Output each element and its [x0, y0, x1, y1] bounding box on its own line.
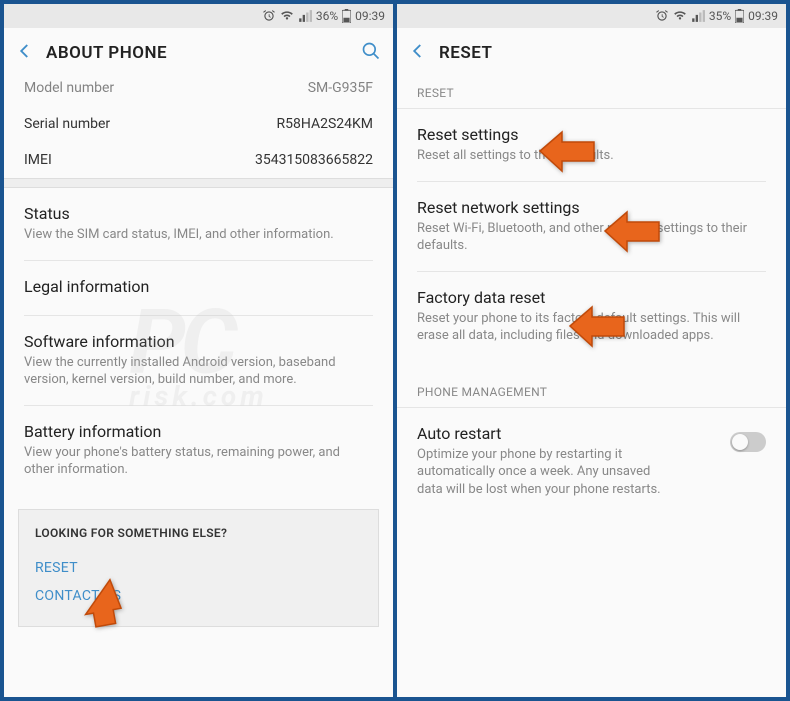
legal-item[interactable]: Legal information	[4, 261, 393, 315]
auto-restart-item[interactable]: Auto restart Optimize your phone by rest…	[397, 408, 786, 515]
factory-reset-item[interactable]: Factory data reset Reset your phone to i…	[397, 272, 786, 361]
factory-reset-title: Factory data reset	[417, 288, 766, 307]
signal-icon	[691, 9, 705, 23]
wifi-icon	[673, 9, 687, 23]
wifi-icon	[280, 9, 294, 23]
alarm-icon	[655, 9, 669, 23]
status-title: Status	[24, 204, 373, 223]
phone-mgmt-section-header: PHONE MANAGEMENT	[397, 369, 786, 408]
reset-network-desc: Reset Wi-Fi, Bluetooth, and other networ…	[417, 220, 766, 255]
auto-restart-title: Auto restart	[417, 424, 722, 443]
reset-link[interactable]: RESET	[35, 554, 362, 582]
battery-icon	[735, 9, 744, 23]
reset-network-title: Reset network settings	[417, 198, 766, 217]
battery-item[interactable]: Battery information View your phone's ba…	[4, 406, 393, 495]
search-icon[interactable]	[361, 41, 381, 66]
status-bar: 36% 09:39	[4, 4, 393, 28]
imei-value: 354315083665822	[255, 152, 373, 168]
serial-label: Serial number	[24, 116, 276, 132]
page-title: RESET	[439, 43, 774, 63]
battery-percent: 36%	[316, 9, 338, 23]
battery-info-title: Battery information	[24, 422, 373, 441]
back-icon[interactable]	[409, 41, 439, 66]
contact-link[interactable]: CONTACT US	[35, 582, 362, 610]
serial-value: R58HA2S24KM	[276, 116, 373, 132]
model-value: SM-G935F	[308, 80, 373, 96]
imei-label: IMEI	[24, 152, 255, 168]
legal-title: Legal information	[24, 277, 373, 296]
clock-time: 09:39	[355, 9, 385, 23]
model-label: Model number	[24, 80, 308, 96]
software-item[interactable]: Software information View the currently …	[4, 316, 393, 405]
reset-settings-title: Reset settings	[417, 125, 766, 144]
divider	[4, 178, 393, 188]
software-title: Software information	[24, 332, 373, 351]
serial-row: Serial number R58HA2S24KM	[4, 106, 393, 142]
footer-box: LOOKING FOR SOMETHING ELSE? RESET CONTAC…	[18, 509, 379, 627]
back-icon[interactable]	[16, 41, 46, 66]
clock-time: 09:39	[748, 9, 778, 23]
battery-info-desc: View your phone's battery status, remain…	[24, 444, 373, 479]
status-desc: View the SIM card status, IMEI, and othe…	[24, 226, 373, 244]
model-row: Model number SM-G935F	[4, 70, 393, 106]
status-bar: 35% 09:39	[397, 4, 786, 28]
reset-network-item[interactable]: Reset network settings Reset Wi-Fi, Blue…	[397, 182, 786, 271]
auto-restart-desc: Optimize your phone by restarting it aut…	[417, 446, 677, 499]
reset-settings-item[interactable]: Reset settings Reset all settings to the…	[397, 109, 786, 181]
battery-percent: 35%	[709, 9, 731, 23]
header-bar: RESET	[397, 28, 786, 78]
reset-screen: 35% 09:39 RESET RESET Reset settings Res…	[397, 4, 786, 697]
about-phone-screen: PCrisk.com 36% 09:39 ABOUT PHONE Model n…	[4, 4, 393, 697]
page-title: ABOUT PHONE	[46, 43, 361, 63]
footer-heading: LOOKING FOR SOMETHING ELSE?	[35, 526, 362, 540]
software-desc: View the currently installed Android ver…	[24, 354, 373, 389]
reset-settings-desc: Reset all settings to their defaults.	[417, 147, 766, 165]
alarm-icon	[262, 9, 276, 23]
status-item[interactable]: Status View the SIM card status, IMEI, a…	[4, 188, 393, 260]
factory-reset-desc: Reset your phone to its factory default …	[417, 310, 766, 345]
reset-section-header: RESET	[397, 78, 786, 109]
signal-icon	[298, 9, 312, 23]
battery-icon	[342, 9, 351, 23]
imei-row: IMEI 354315083665822	[4, 142, 393, 178]
auto-restart-toggle[interactable]	[730, 432, 766, 452]
